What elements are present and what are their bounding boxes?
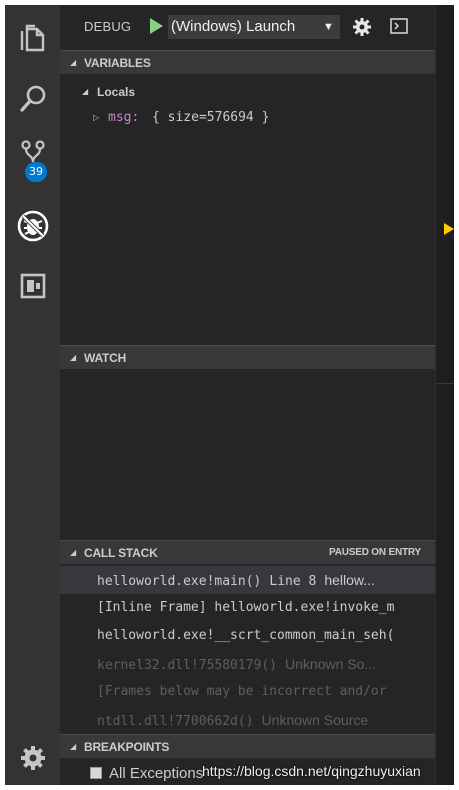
stack-frame[interactable]: ntdll.dll!7700662d() Unknown Source — [60, 706, 435, 734]
variables-title: VARIABLES — [84, 56, 151, 70]
breakpoint-checkbox[interactable] — [90, 767, 102, 779]
stack-frame[interactable]: kernel32.dll!75580179() Unknown So... — [60, 650, 435, 678]
frame-source: Unknown So... — [285, 656, 377, 672]
call-stack-section-header[interactable]: ◢ CALL STACK PAUSED ON ENTRY — [60, 540, 435, 564]
search-icon — [19, 85, 45, 112]
call-stack-title: CALL STACK — [84, 546, 158, 560]
debug-title: DEBUG — [84, 19, 132, 34]
chevron-right-icon: ▷ — [93, 113, 100, 122]
chevron-down-icon: ◢ — [70, 58, 77, 67]
watermark: https://blog.csdn.net/qingzhuyuxian — [202, 763, 421, 779]
watch-title: WATCH — [84, 351, 127, 365]
current-line-indicator-icon — [444, 223, 454, 235]
frame-name: helloworld.exe!main() — [97, 574, 262, 589]
locals-label: Locals — [97, 85, 136, 99]
debug-console-icon[interactable] — [390, 18, 408, 34]
start-debugging-icon[interactable] — [147, 17, 165, 35]
call-stack-status: PAUSED ON ENTRY — [328, 547, 421, 558]
stack-frame[interactable]: helloworld.exe!main() Line 8 hellow... — [60, 566, 435, 594]
variable-value: { size=576694 } — [152, 110, 270, 125]
debug-toolbar: DEBUG (Windows) Launch ▼ — [60, 5, 435, 49]
editor-divider — [436, 383, 454, 384]
debug-button[interactable] — [5, 201, 60, 251]
chevron-down-icon[interactable]: ▼ — [323, 15, 334, 39]
launch-config-value: (Windows) Launch — [171, 18, 296, 35]
explorer-button[interactable] — [5, 13, 60, 63]
frame-name: kernel32.dll!75580179() — [97, 658, 278, 673]
gear-icon[interactable] — [352, 17, 372, 37]
launch-config-select[interactable]: (Windows) Launch — [168, 15, 340, 39]
watch-section-header[interactable]: ◢ WATCH — [60, 345, 435, 369]
frame-source: hellow... — [324, 572, 375, 588]
extensions-icon — [20, 273, 45, 299]
frame-source: Unknown Source — [261, 712, 369, 728]
locals-scope[interactable]: ◢ Locals — [60, 81, 435, 103]
scm-count-badge: 39 — [25, 162, 47, 182]
stack-frame[interactable]: [Inline Frame] helloworld.exe!invoke_m — [60, 594, 435, 622]
debug-sidebar: DEBUG (Windows) Launch ▼ ◢ VARIABLES ◢ L… — [60, 5, 435, 785]
debug-icon — [17, 210, 48, 242]
chevron-down-icon: ◢ — [70, 353, 77, 362]
variables-section-header[interactable]: ◢ VARIABLES — [60, 50, 435, 74]
frame-name: [Inline Frame] helloworld.exe!invoke_m — [97, 600, 395, 615]
frame-line: Line 8 — [269, 574, 317, 589]
extensions-button[interactable] — [5, 261, 60, 311]
editor-area[interactable] — [435, 5, 454, 785]
stack-frame[interactable]: helloworld.exe!__scrt_common_main_seh( — [60, 622, 435, 650]
files-icon — [20, 24, 44, 52]
stack-frame[interactable]: [Frames below may be incorrect and/or — [60, 678, 435, 706]
frame-name: ntdll.dll!7700662d() — [97, 714, 254, 729]
vscode-window: 39 DEBUG (Windows) Launch ▼ ◢ VARIABLES … — [5, 5, 454, 785]
chevron-down-icon: ◢ — [70, 742, 77, 751]
frame-name: helloworld.exe!__scrt_common_main_seh( — [97, 628, 395, 643]
breakpoints-section-header[interactable]: ◢ BREAKPOINTS — [60, 734, 435, 758]
breakpoint-label: All Exceptions — [109, 765, 204, 782]
variable-name: msg: — [108, 110, 140, 125]
settings-button[interactable] — [5, 733, 60, 783]
chevron-down-icon: ◢ — [70, 548, 77, 557]
activity-bar: 39 — [5, 5, 60, 785]
variable-row[interactable]: ▷ msg: { size=576694 } — [60, 107, 435, 129]
settings-gear-icon — [20, 746, 45, 770]
breakpoints-title: BREAKPOINTS — [84, 740, 170, 754]
search-button[interactable] — [5, 73, 60, 123]
chevron-down-icon: ◢ — [82, 87, 89, 96]
frame-name: [Frames below may be incorrect and/or — [97, 684, 387, 699]
